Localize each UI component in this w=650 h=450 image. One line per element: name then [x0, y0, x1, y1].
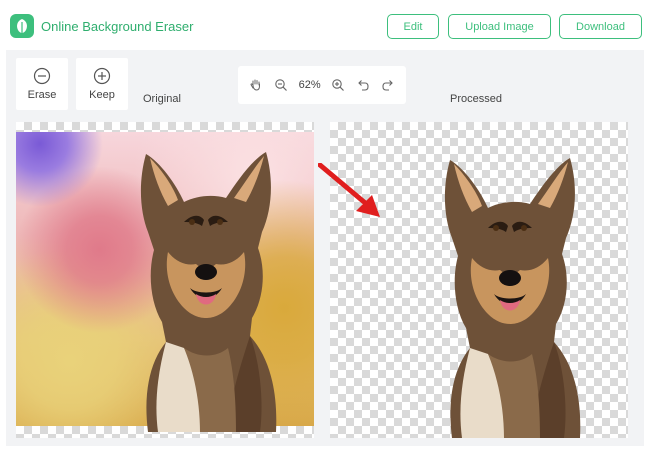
dog-photo-original: [140, 152, 277, 432]
original-image-panel[interactable]: [16, 122, 314, 438]
undo-icon[interactable]: [356, 78, 370, 92]
download-button[interactable]: Download: [559, 14, 642, 39]
hand-icon[interactable]: [249, 78, 263, 92]
app-header: Online Background Eraser Edit Upload Ima…: [0, 0, 650, 54]
zoom-out-icon[interactable]: [274, 78, 288, 92]
original-caption: Original: [143, 93, 181, 105]
keep-tool-button[interactable]: Keep: [76, 58, 128, 110]
erase-tool-label: Erase: [27, 89, 57, 101]
upload-image-button[interactable]: Upload Image: [448, 14, 551, 39]
processed-caption: Processed: [450, 93, 502, 105]
erase-tool-button[interactable]: Erase: [16, 58, 68, 110]
zoom-in-icon[interactable]: [331, 78, 345, 92]
app-title: Online Background Eraser: [41, 19, 194, 34]
redo-icon[interactable]: [381, 78, 395, 92]
keep-tool-label: Keep: [89, 89, 115, 101]
keep-icon: [93, 67, 111, 85]
red-arrow-annotation: [318, 163, 380, 217]
zoom-toolbar: 62%: [238, 66, 406, 104]
app-logo-icon: [10, 14, 34, 38]
editor-workspace: Erase Keep Original 62% Processed: [6, 50, 644, 446]
zoom-level-readout: 62%: [298, 79, 321, 91]
edit-button[interactable]: Edit: [387, 14, 439, 39]
erase-icon: [33, 67, 51, 85]
